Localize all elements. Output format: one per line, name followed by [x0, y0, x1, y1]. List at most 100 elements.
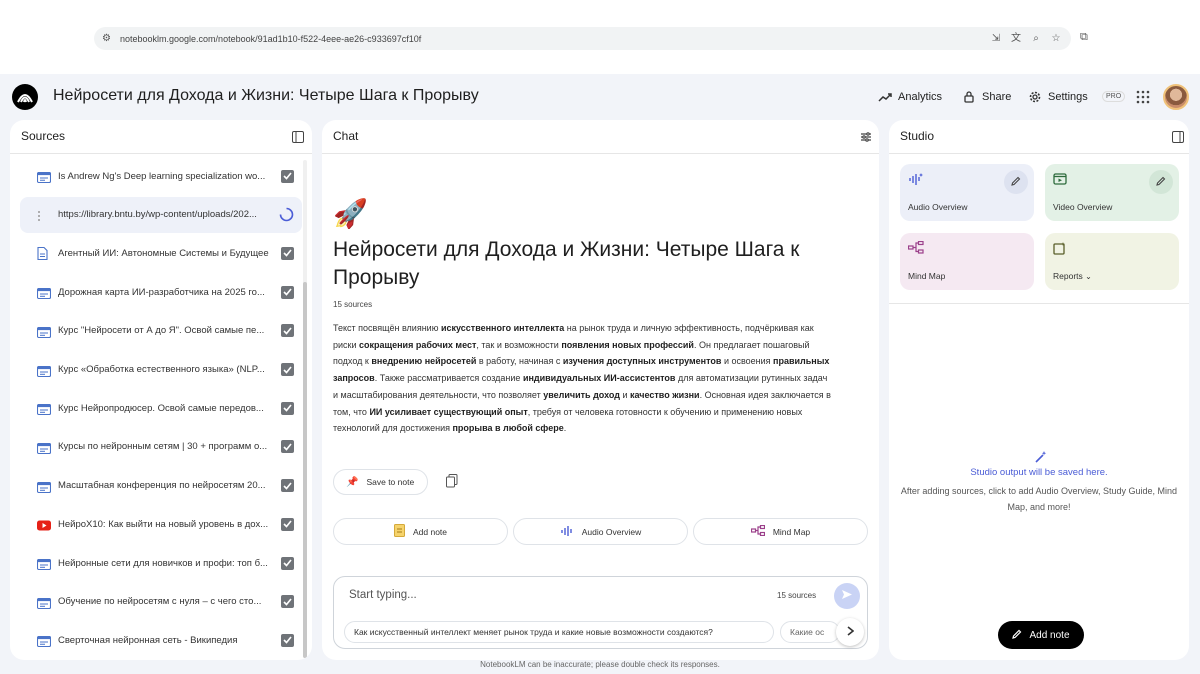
- apps-grid-icon[interactable]: [1136, 90, 1150, 104]
- chat-notebook-title: Нейросети для Дохода и Жизни: Четыре Шаг…: [333, 238, 800, 289]
- notebook-title[interactable]: Нейросети для Дохода и Жизни: Четыре Шаг…: [53, 87, 479, 105]
- user-avatar[interactable]: [1163, 84, 1189, 110]
- source-item[interactable]: Курс "Нейросети от А до Я". Освой самые …: [20, 313, 302, 349]
- source-item[interactable]: https://library.bntu.by/wp-content/uploa…: [20, 196, 302, 233]
- source-item[interactable]: Нейронные сети для новичков и профи: топ…: [20, 545, 302, 581]
- audio-wave-icon: [560, 525, 574, 539]
- mind-map-button[interactable]: Mind Map: [693, 518, 868, 545]
- source-checkbox[interactable]: [281, 246, 294, 260]
- source-checkbox[interactable]: [281, 595, 294, 609]
- lock-icon: [962, 90, 976, 104]
- mind-map-card[interactable]: Mind Map: [900, 233, 1034, 290]
- reports-icon: [1053, 241, 1069, 257]
- web-icon: [36, 402, 52, 416]
- zoom-icon[interactable]: ⌕: [1029, 32, 1043, 46]
- source-item[interactable]: Масштабная конференция по нейросетям 20.…: [20, 468, 302, 504]
- source-checkbox[interactable]: [281, 633, 294, 647]
- source-checkbox[interactable]: [281, 517, 294, 531]
- source-checkbox[interactable]: [281, 324, 294, 338]
- add-note-button[interactable]: Add note: [333, 518, 508, 545]
- analytics-button[interactable]: Analytics: [878, 87, 942, 107]
- sources-divider: [10, 153, 312, 154]
- collapse-panel-icon[interactable]: [292, 130, 304, 143]
- source-item-label: https://library.bntu.by/wp-content/uploa…: [58, 209, 257, 221]
- settings-label: Settings: [1048, 91, 1088, 103]
- source-checkbox[interactable]: [281, 440, 294, 454]
- bookmark-star-icon[interactable]: ☆: [1049, 32, 1063, 46]
- translate-icon[interactable]: 文: [1009, 32, 1023, 46]
- source-item[interactable]: Дорожная карта ИИ-разработчика на 2025 г…: [20, 274, 302, 310]
- summary-highlight: увеличить доход: [543, 389, 620, 400]
- add-note-label: Add note: [412, 526, 448, 537]
- source-item[interactable]: НейроX10: Как выйти на новый уровень в д…: [20, 506, 302, 542]
- doc-icon: [37, 247, 51, 261]
- pencil-icon: [1156, 173, 1166, 191]
- sources-scrollbar-thumb[interactable]: [303, 282, 307, 658]
- audio-overview-card[interactable]: Audio Overview: [900, 164, 1034, 221]
- source-checkbox[interactable]: [281, 363, 294, 376]
- audio-overview-button[interactable]: Audio Overview: [513, 518, 688, 545]
- collapse-studio-icon[interactable]: [1172, 130, 1184, 143]
- video-overview-card[interactable]: Video Overview: [1045, 164, 1179, 221]
- studio-add-note-label: Add note: [1029, 629, 1070, 641]
- url-text[interactable]: notebooklm.google.com/notebook/91ad1b10-…: [120, 34, 983, 44]
- source-item[interactable]: Сверточная нейронная сеть - Википедия: [20, 622, 302, 658]
- source-item[interactable]: Обучение по нейросетям с нуля – с чего с…: [20, 584, 302, 620]
- source-item[interactable]: Курсы по нейронным сетям | 30 + программ…: [20, 429, 302, 465]
- magic-wand-icon: [1034, 450, 1048, 464]
- settings-button[interactable]: Settings: [1028, 87, 1088, 107]
- chevron-right-icon: [847, 623, 854, 641]
- source-checkbox[interactable]: [281, 556, 294, 570]
- share-button[interactable]: Share: [962, 87, 1011, 107]
- site-settings-icon[interactable]: ⚙: [102, 33, 114, 45]
- address-bar[interactable]: ⚙ notebooklm.google.com/notebook/91ad1b1…: [94, 27, 1071, 50]
- youtube-icon: [37, 518, 51, 531]
- summary-highlight: качество жизни: [629, 389, 700, 400]
- notebooklm-logo[interactable]: [12, 84, 38, 110]
- source-item[interactable]: Курс Нейропродюсер. Освой самые передов.…: [20, 390, 302, 426]
- mind-map-card-icon: [907, 240, 924, 257]
- web-icon: [36, 325, 52, 338]
- web-icon: [36, 364, 52, 377]
- audio-overview-label: Audio Overview: [581, 526, 642, 537]
- source-checkbox[interactable]: [281, 169, 294, 183]
- studio-add-note-button[interactable]: Add note: [998, 621, 1084, 649]
- chevron-down-icon[interactable]: ⌄: [1085, 272, 1092, 281]
- source-item-label: Курсы по нейронным сетям | 30 + программ…: [58, 441, 268, 453]
- reports-card[interactable]: Reports ⌄: [1045, 233, 1179, 290]
- studio-cards-divider: [889, 303, 1189, 304]
- studio-divider: [889, 153, 1189, 154]
- source-checkbox[interactable]: [281, 479, 294, 493]
- web-icon: [36, 557, 52, 571]
- source-item-label: Курс "Нейросети от А до Я". Освой самые …: [58, 325, 265, 337]
- source-item-label: Масштабная конференция по нейросетям 20.…: [58, 480, 266, 492]
- mind-map-label: Mind Map: [772, 526, 811, 537]
- suggestions-next-button[interactable]: [836, 618, 864, 646]
- video-edit-button[interactable]: [1149, 170, 1173, 194]
- send-button[interactable]: [834, 583, 860, 609]
- suggestion-chip-1[interactable]: Как искусственный интеллект меняет рынок…: [344, 621, 774, 643]
- summary-text: и освоения: [721, 356, 774, 367]
- copy-icon[interactable]: [446, 474, 460, 488]
- video-card-label: Video Overview: [1053, 202, 1113, 212]
- source-checkbox[interactable]: [281, 401, 294, 415]
- source-item[interactable]: Агентный ИИ: Автономные Системы и Будуще…: [20, 235, 302, 271]
- summary-highlight: индивидуальных ИИ-ассистентов: [522, 373, 676, 384]
- source-item[interactable]: Is Andrew Ng's Deep learning specializat…: [20, 158, 302, 194]
- web-icon: [36, 480, 52, 493]
- chat-settings-icon[interactable]: [860, 130, 872, 142]
- suggestion-chip-2[interactable]: Какие ос: [780, 621, 840, 643]
- chat-input[interactable]: Start typing...: [349, 589, 417, 601]
- save-to-note-button[interactable]: 📌 Save to note: [333, 469, 428, 495]
- source-item-label: Обучение по нейросетям с нуля – с чего с…: [58, 596, 262, 608]
- source-item[interactable]: Курс «Обработка естественного языка» (NL…: [20, 352, 302, 388]
- summary-highlight: искусственного интеллекта: [440, 323, 565, 333]
- chat-input-box[interactable]: Start typing... 15 sources Как искусстве…: [333, 576, 868, 649]
- source-item-label: Дорожная карта ИИ-разработчика на 2025 г…: [58, 286, 265, 298]
- input-source-count: 15 sources: [777, 591, 817, 600]
- extensions-icon[interactable]: ⧉: [1080, 31, 1094, 45]
- audio-edit-button[interactable]: [1004, 170, 1028, 194]
- pin-icon: 📌: [346, 476, 359, 488]
- install-icon[interactable]: ⇲: [989, 32, 1003, 46]
- source-checkbox[interactable]: [281, 285, 294, 299]
